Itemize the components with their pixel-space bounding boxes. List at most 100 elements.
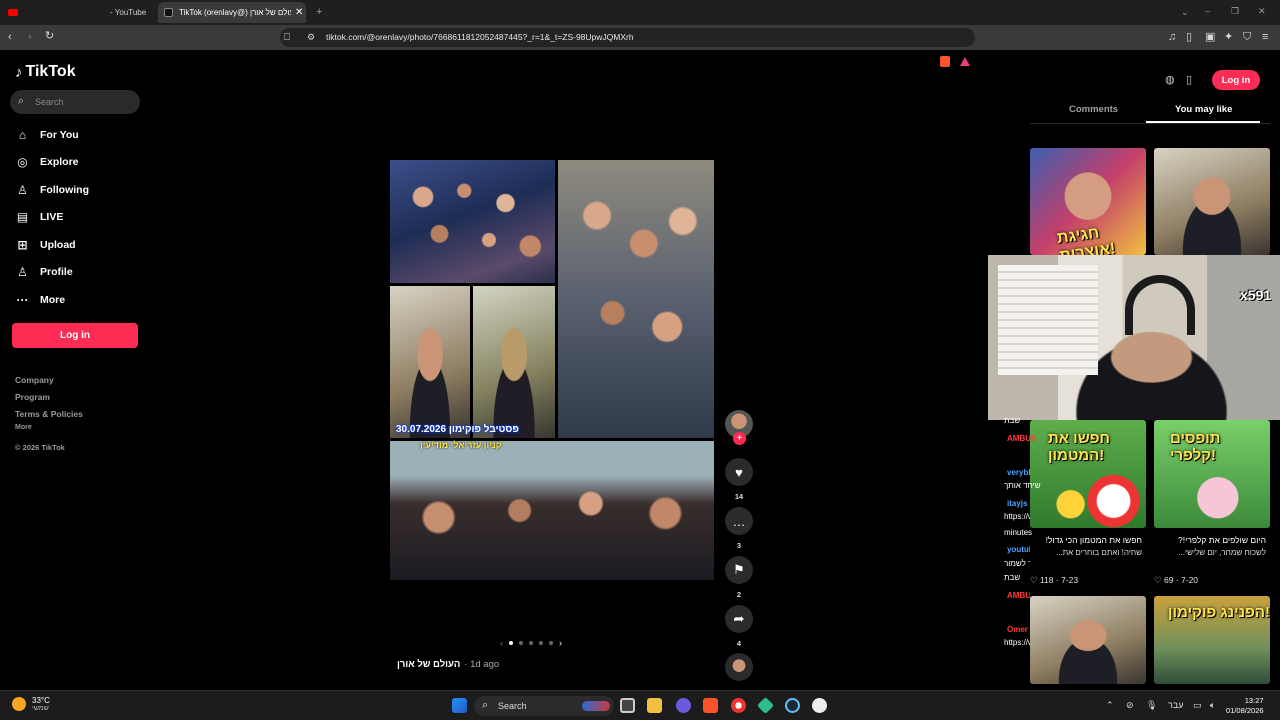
bookmark-icon[interactable]: ⚑ bbox=[725, 556, 753, 584]
suggested-video-thumb[interactable]: חגיגת אוצרות! bbox=[1030, 148, 1146, 255]
phone-icon[interactable]: ▯ bbox=[1186, 73, 1192, 86]
tiktok-icon bbox=[164, 8, 173, 17]
video-title[interactable]: היום שולפים את קלפרי!? bbox=[1154, 535, 1266, 545]
language-indicator[interactable]: עבר bbox=[1168, 700, 1183, 710]
discord-icon[interactable] bbox=[676, 698, 691, 713]
author-avatar[interactable]: + bbox=[725, 410, 753, 445]
suggested-video-thumb[interactable]: הפנינג פוקימון! bbox=[1154, 596, 1270, 684]
music-disc[interactable] bbox=[725, 653, 753, 681]
new-tab-icon[interactable]: + bbox=[316, 7, 322, 18]
share-action[interactable]: ➦ 4 bbox=[725, 605, 753, 648]
app-icon[interactable] bbox=[757, 697, 774, 714]
music-disc-icon[interactable] bbox=[725, 653, 753, 681]
close-tab-icon[interactable]: ✕ bbox=[295, 7, 303, 18]
webcam-overlay bbox=[988, 255, 1280, 420]
back-icon[interactable]: ‹ bbox=[8, 32, 12, 43]
chevron-down-icon[interactable]: ⌄ bbox=[1181, 7, 1189, 18]
brave-icon[interactable] bbox=[703, 698, 718, 713]
page-dot[interactable] bbox=[549, 641, 553, 645]
tab-comments[interactable]: Comments bbox=[1069, 104, 1118, 115]
nav-more[interactable]: ··· More bbox=[15, 291, 135, 309]
display-icon[interactable]: ▭ bbox=[1193, 700, 1202, 711]
mic-icon[interactable]: 🎙︎ bbox=[1146, 700, 1157, 711]
obs-icon[interactable] bbox=[812, 698, 827, 713]
comment-icon[interactable]: … bbox=[725, 507, 753, 535]
task-view-icon[interactable] bbox=[620, 698, 635, 713]
page-dot[interactable] bbox=[519, 641, 523, 645]
save-action[interactable]: ⚑ 2 bbox=[725, 556, 753, 599]
thumb-overlay-text: חגיגת אוצרות! bbox=[1055, 224, 1117, 255]
tab-tiktok[interactable]: TikTok (orenlavy@) העולם של אורן ✕ bbox=[158, 2, 306, 23]
heart-icon[interactable]: ♥ bbox=[725, 458, 753, 486]
maximize-icon[interactable]: ❐ bbox=[1231, 6, 1239, 17]
start-icon[interactable] bbox=[452, 698, 467, 713]
coin-icon[interactable]: ◍ bbox=[1165, 73, 1175, 86]
taskbar-search[interactable]: ⌕ Search bbox=[474, 696, 614, 716]
nav-upload[interactable]: ⊞ Upload bbox=[15, 236, 135, 254]
footer-company-link[interactable]: Company bbox=[15, 375, 54, 385]
prev-photo-icon[interactable]: ‹ bbox=[500, 638, 503, 648]
shield-icon[interactable]: ⛉ bbox=[1243, 32, 1251, 43]
browser-toolbar: ‹ › ↻ ⎕ ⚙ tiktok.com/@orenlavy/photo/766… bbox=[0, 25, 1280, 67]
nav-for-you[interactable]: ⌂ For You bbox=[15, 126, 135, 144]
profile-icon: ♙ bbox=[17, 265, 28, 279]
network-icon[interactable]: ⊘ bbox=[1126, 700, 1134, 711]
page-dot[interactable] bbox=[529, 641, 533, 645]
close-window-icon[interactable]: ✕ bbox=[1258, 6, 1266, 17]
video-stats: ♡ 69 · 7-20 bbox=[1154, 575, 1199, 585]
address-bar[interactable]: ⎕ ⚙ tiktok.com/@orenlavy/photo/766861181… bbox=[280, 28, 975, 47]
video-title[interactable]: חפשו את המטמון הכי גדול! bbox=[1030, 535, 1142, 545]
nav-profile[interactable]: ♙ Profile bbox=[15, 263, 135, 281]
steam-icon[interactable] bbox=[785, 698, 800, 713]
tab-youtube[interactable]: - YouTube bbox=[0, 2, 150, 23]
chevron-up-icon[interactable]: ⌃ bbox=[1106, 700, 1114, 711]
url-text[interactable]: tiktok.com/@orenlavy/photo/7668611812052… bbox=[326, 32, 634, 42]
sidebar-toggle-icon[interactable]: ▯ bbox=[1186, 32, 1192, 43]
reload-icon[interactable]: ↻ bbox=[45, 31, 54, 42]
footer-more-link[interactable]: More bbox=[15, 424, 32, 431]
comment-action[interactable]: … 3 bbox=[725, 507, 753, 550]
share-icon[interactable]: ➦ bbox=[725, 605, 753, 633]
login-button[interactable]: Log in bbox=[12, 323, 138, 348]
weather-widget[interactable]: 33°C שמשי bbox=[12, 696, 50, 712]
suggested-video-thumb[interactable]: תופסים קלפרי! bbox=[1154, 420, 1270, 528]
browser-app-icon[interactable] bbox=[731, 698, 746, 713]
bookmark-icon[interactable]: ⎕ bbox=[284, 32, 290, 43]
extensions-icon[interactable]: ✦ bbox=[1224, 32, 1233, 43]
search-placeholder: Search bbox=[35, 97, 64, 107]
brave-shield-icon[interactable] bbox=[940, 56, 950, 67]
like-action[interactable]: ♥ 14 bbox=[725, 458, 753, 501]
tab-you-may-like[interactable]: You may like bbox=[1175, 104, 1232, 115]
minimize-icon[interactable]: – bbox=[1205, 6, 1210, 17]
nav-live[interactable]: ▤ LIVE bbox=[15, 208, 135, 226]
forward-icon[interactable]: › bbox=[28, 32, 32, 43]
page-dot[interactable] bbox=[509, 641, 513, 645]
chat-username: AMBUS bbox=[1007, 591, 1030, 600]
site-settings-icon[interactable]: ⚙ bbox=[307, 32, 315, 43]
nav-following[interactable]: ♙ Following bbox=[15, 181, 135, 199]
suggested-video-thumb[interactable] bbox=[1030, 596, 1146, 684]
footer-program-link[interactable]: Program bbox=[15, 392, 50, 402]
suggested-video-thumb[interactable]: חפשו את המטמון! bbox=[1030, 420, 1146, 528]
page-dot[interactable] bbox=[539, 641, 543, 645]
chat-line: שבת הכנה קבוצתית פתחנו לייב בצאת שבת אני… bbox=[1004, 559, 1030, 568]
headphones bbox=[1125, 275, 1195, 335]
next-photo-icon[interactable]: › bbox=[559, 638, 562, 648]
media-icon[interactable]: ♫ bbox=[1168, 32, 1176, 43]
file-explorer-icon[interactable] bbox=[647, 698, 662, 713]
wallet-icon[interactable]: ▣ bbox=[1205, 32, 1215, 43]
footer-terms-link[interactable]: Terms & Policies bbox=[15, 409, 83, 419]
tab-label: TikTok (orenlavy@) העולם של אורן bbox=[179, 8, 291, 17]
rewards-icon[interactable] bbox=[960, 57, 970, 66]
author-name[interactable]: העולם של אורן bbox=[397, 659, 460, 670]
tiktok-logo[interactable]: ♪ TikTok bbox=[15, 63, 76, 81]
login-button-top[interactable]: Log in bbox=[1212, 70, 1260, 90]
system-clock[interactable]: 13:27 01/08/2026 bbox=[1226, 696, 1264, 716]
follow-plus-icon[interactable]: + bbox=[733, 432, 746, 445]
volume-icon[interactable]: 🔈︎ bbox=[1210, 700, 1215, 711]
suggested-video-thumb[interactable] bbox=[1154, 148, 1270, 255]
search-input[interactable]: ⌕ Search bbox=[10, 90, 140, 114]
menu-icon[interactable]: ≡ bbox=[1262, 32, 1268, 43]
nav-explore[interactable]: ◎ Explore bbox=[15, 153, 135, 171]
post-photo[interactable]: פסטיבל פוקימון 30.07.2026 קניון עזריאלי … bbox=[390, 160, 714, 580]
